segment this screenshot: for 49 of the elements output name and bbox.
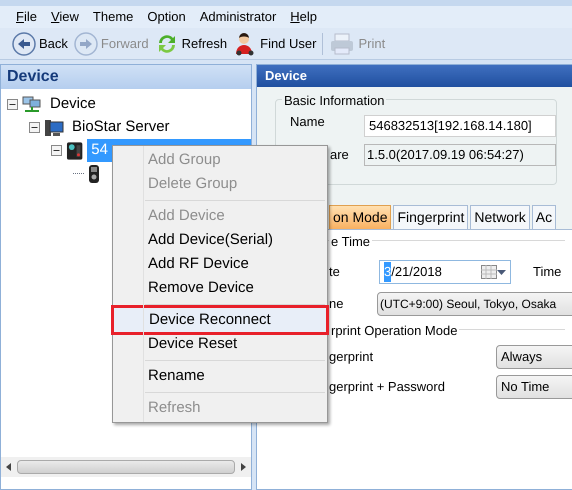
menu-item[interactable]: Device Reset [113, 332, 327, 356]
printer-icon [329, 32, 356, 56]
field-label: ne [329, 295, 344, 314]
menu-item[interactable]: Device Reconnect [114, 308, 326, 332]
tree-item[interactable]: Device [46, 93, 100, 116]
timezone-dropdown[interactable]: (UTC+9:00) Seoul, Tokyo, Osaka [377, 292, 572, 316]
computer-icon [44, 118, 64, 136]
collapse-icon[interactable] [7, 99, 18, 110]
tab[interactable]: Ac [532, 205, 556, 229]
network-icon [22, 96, 42, 114]
horizontal-scrollbar[interactable] [1, 457, 251, 477]
menu-item[interactable]: Help [290, 7, 318, 27]
toolbar-button[interactable]: Refresh [154, 32, 228, 56]
reader-icon [88, 164, 100, 184]
collapse-icon[interactable] [29, 122, 40, 133]
calendar-icon[interactable] [481, 265, 497, 279]
panel-title: Device [1, 65, 251, 89]
menu-item[interactable]: Administrator [200, 7, 276, 27]
scroll-right-icon[interactable] [239, 463, 247, 471]
field-label: are [330, 146, 350, 164]
terminal-icon [66, 140, 84, 160]
field-label: gerprint + Password [329, 378, 446, 396]
tab[interactable]: Fingerprint [393, 205, 468, 229]
menu-item[interactable]: Remove Device [113, 276, 327, 300]
firmware-field: 1.5.0(2017.09.19 06:54:27) [364, 144, 556, 166]
field-label: Time [533, 263, 562, 282]
toolbar-button[interactable]: Find User [233, 32, 316, 56]
menu-item[interactable]: Add RF Device [113, 252, 327, 276]
toolbar-button[interactable]: Back [12, 32, 68, 56]
field-label: gerprint [329, 348, 374, 366]
collapse-icon[interactable] [51, 145, 62, 156]
menu-item[interactable]: Option [147, 7, 186, 27]
caret-icon [497, 270, 506, 274]
date-field[interactable]: 3/21/2018 [379, 260, 511, 284]
mode-dropdown[interactable]: Always [496, 345, 572, 369]
menu-item[interactable]: File [16, 7, 37, 27]
menu-item[interactable]: Rename [113, 364, 327, 388]
menu-item[interactable]: Theme [92, 7, 134, 27]
field-label: te [329, 263, 341, 282]
field-label: Name [289, 113, 326, 131]
scroll-left-icon[interactable] [5, 463, 13, 471]
panel-title: Device [257, 65, 572, 87]
mode-dropdown[interactable]: No Time [496, 375, 572, 399]
menu-item[interactable]: Add Device(Serial) [113, 228, 327, 252]
tab[interactable]: on Mode [329, 205, 392, 229]
tree-item[interactable]: BioStar Server [68, 116, 174, 139]
tab[interactable]: Network [470, 205, 530, 229]
name-field[interactable]: 546832513[192.168.14.180] [364, 115, 556, 137]
menu-item[interactable]: View [50, 7, 79, 27]
